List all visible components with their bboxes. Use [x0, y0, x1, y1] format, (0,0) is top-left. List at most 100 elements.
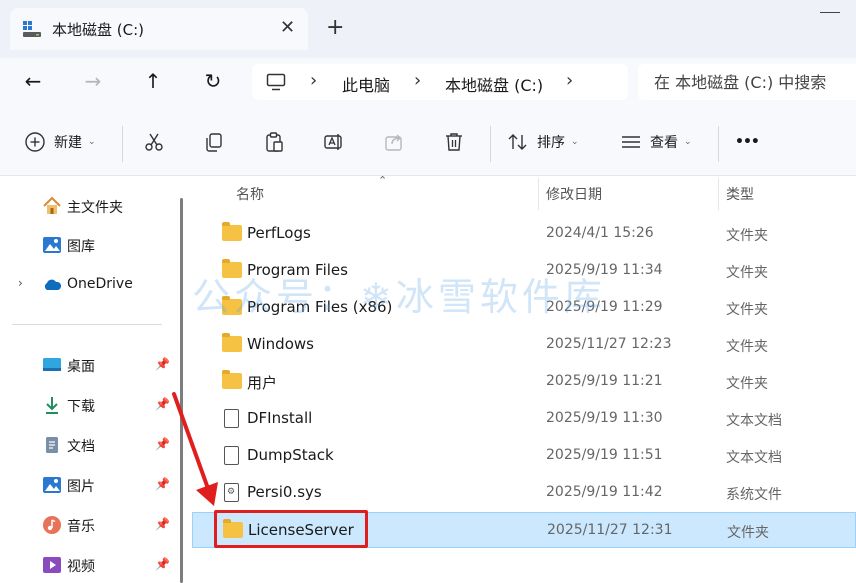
- cloud-icon: [44, 279, 62, 290]
- file-modified: 2025/9/19 11:30: [546, 410, 663, 426]
- annotation-highlight-box: [214, 510, 368, 548]
- tab-local-disk[interactable]: 本地磁盘 (C:) ✕: [10, 8, 308, 50]
- folder-icon: [222, 222, 242, 241]
- chevron-right-icon: ›: [414, 70, 422, 91]
- file-modified: 2025/9/19 11:34: [546, 262, 663, 278]
- file-row[interactable]: DFInstall 2025/9/19 11:30 文本文档: [192, 401, 856, 437]
- new-tab-button[interactable]: +: [326, 14, 344, 42]
- view-button[interactable]: 查看 ⌄: [620, 128, 692, 156]
- sidebar-item-label: OneDrive: [67, 276, 133, 292]
- sidebar-item-desktop[interactable]: 桌面 📌: [0, 350, 176, 380]
- file-row[interactable]: Persi0.sys 2025/9/19 11:42 系统文件: [192, 475, 856, 511]
- address-row: ← → ↑ ↻ › 此电脑 › 本地磁盘 (C:) ›: [0, 58, 856, 106]
- column-divider[interactable]: [538, 178, 539, 210]
- sidebar-item-label: 音乐: [67, 519, 95, 535]
- file-modified: 2025/11/27 12:23: [546, 336, 672, 352]
- file-row[interactable]: 用户 2025/9/19 11:21 文件夹: [192, 364, 856, 400]
- file-name: Windows: [247, 335, 314, 353]
- computer-icon: [266, 73, 286, 91]
- file-name: Program Files (x86): [247, 298, 393, 316]
- file-modified: 2025/9/19 11:29: [546, 299, 663, 315]
- chevron-down-icon: ⌄: [88, 137, 96, 147]
- file-modified: 2024/4/1 15:26: [546, 225, 654, 241]
- file-name: DFInstall: [247, 409, 313, 427]
- more-icon: •••: [735, 134, 760, 150]
- sort-button[interactable]: 排序 ⌄: [507, 128, 579, 156]
- breadcrumb-this-pc[interactable]: 此电脑: [342, 72, 390, 96]
- sidebar-item-downloads[interactable]: 下载 📌: [0, 390, 176, 420]
- search-input[interactable]: [654, 70, 854, 94]
- chevron-right-icon[interactable]: ›: [18, 276, 23, 290]
- file-row[interactable]: Program Files 2025/9/19 11:34 文件夹: [192, 253, 856, 289]
- new-button[interactable]: 新建 ⌄: [24, 128, 96, 156]
- file-row[interactable]: PerfLogs 2024/4/1 15:26 文件夹: [192, 216, 856, 252]
- address-bar[interactable]: › 此电脑 › 本地磁盘 (C:) ›: [252, 64, 628, 100]
- sort-button-label: 排序: [537, 135, 565, 151]
- column-header-modified[interactable]: 修改日期: [546, 184, 602, 204]
- close-tab-icon[interactable]: ✕: [280, 17, 295, 39]
- copy-icon: [206, 133, 222, 152]
- column-header-name[interactable]: 名称: [236, 184, 264, 204]
- file-row[interactable]: Program Files (x86) 2025/9/19 11:29 文件夹: [192, 290, 856, 326]
- chevron-right-icon: ›: [310, 70, 318, 91]
- command-bar: 新建 ⌄ 排序 ⌄ 查看 ⌄ •••: [0, 106, 856, 176]
- file-modified: 2025/9/19 11:42: [546, 484, 663, 500]
- sidebar-item-label: 主文件夹: [67, 200, 123, 216]
- divider: [122, 126, 123, 162]
- sidebar-item-gallery[interactable]: 图库: [0, 230, 176, 260]
- sidebar-item-label: 图库: [67, 239, 95, 255]
- pin-icon[interactable]: 📌: [155, 517, 170, 531]
- cut-button[interactable]: [143, 128, 165, 156]
- file-type: 文本文档: [726, 450, 782, 466]
- column-header-type[interactable]: 类型: [726, 184, 754, 204]
- pin-icon[interactable]: 📌: [155, 557, 170, 571]
- pin-icon[interactable]: 📌: [155, 357, 170, 371]
- file-type: 文件夹: [726, 228, 768, 244]
- file-row[interactable]: DumpStack 2025/9/19 11:51 文本文档: [192, 438, 856, 474]
- home-icon: [43, 196, 61, 214]
- column-divider[interactable]: [718, 178, 719, 210]
- drive-icon: [23, 21, 41, 37]
- file-row[interactable]: Windows 2025/11/27 12:23 文件夹: [192, 327, 856, 363]
- back-button[interactable]: ←: [18, 66, 48, 96]
- paste-button[interactable]: [263, 128, 285, 156]
- share-icon: [385, 134, 402, 151]
- search-box[interactable]: [638, 64, 856, 100]
- file-name: PerfLogs: [247, 224, 311, 242]
- rename-button[interactable]: [323, 128, 345, 156]
- divider: [490, 126, 491, 162]
- chevron-right-icon[interactable]: ›: [566, 70, 573, 91]
- forward-arrow-icon: →: [84, 69, 102, 93]
- refresh-button[interactable]: ↻: [198, 66, 228, 96]
- sidebar-item-pictures[interactable]: 图片 📌: [0, 470, 176, 500]
- forward-button[interactable]: →: [78, 66, 108, 96]
- sidebar-item-home[interactable]: 主文件夹: [0, 191, 176, 221]
- minimize-button[interactable]: [820, 12, 840, 22]
- sort-ascending-icon: ⌃: [378, 174, 388, 187]
- trash-icon: [446, 133, 462, 151]
- file-modified: 2025/9/19 11:51: [546, 447, 663, 463]
- sort-icon: [508, 134, 527, 150]
- up-button[interactable]: ↑: [138, 66, 168, 96]
- plus-circle-icon: [25, 132, 45, 152]
- copy-button[interactable]: [203, 128, 225, 156]
- sidebar-item-music[interactable]: 音乐 📌: [0, 510, 176, 540]
- share-button[interactable]: [383, 128, 405, 156]
- sidebar-item-label: 文档: [67, 439, 95, 455]
- navigation-pane: 主文件夹 图库 › OneDrive 桌面 📌 下载 📌 文档 📌 图片 📌 音…: [0, 176, 176, 583]
- sidebar-item-documents[interactable]: 文档 📌: [0, 430, 176, 460]
- video-icon: [43, 557, 61, 573]
- sidebar-item-onedrive[interactable]: › OneDrive: [0, 270, 176, 300]
- delete-button[interactable]: [443, 128, 465, 156]
- breadcrumb-local-disk[interactable]: 本地磁盘 (C:): [445, 72, 543, 96]
- file-type: 文件夹: [726, 376, 768, 392]
- more-options-button[interactable]: •••: [735, 128, 760, 156]
- divider: [718, 126, 719, 162]
- file-name: Persi0.sys: [247, 483, 322, 501]
- view-button-label: 查看: [650, 135, 678, 151]
- scissors-icon: [145, 133, 163, 151]
- desktop-icon: [43, 358, 61, 371]
- sidebar-item-videos[interactable]: 视频 📌: [0, 550, 176, 580]
- pictures-icon: [43, 477, 61, 493]
- file-name: 用户: [247, 374, 278, 392]
